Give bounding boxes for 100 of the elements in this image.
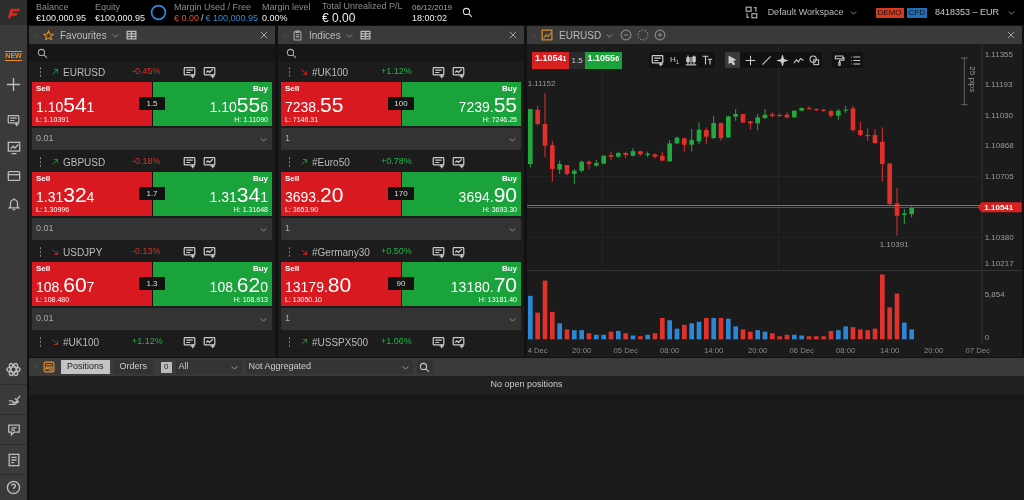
- candlestick: [645, 151, 650, 158]
- chart-icon[interactable]: [203, 245, 216, 259]
- reset-zoom-icon[interactable]: [637, 29, 650, 41]
- grid-view-icon[interactable]: [359, 30, 371, 40]
- timeframe-button[interactable]: H$_{1}$: [668, 54, 682, 66]
- price-text: 108.607: [36, 274, 95, 295]
- aggregation-dropdown[interactable]: Not Aggregated: [245, 360, 413, 374]
- candlestick: [528, 108, 533, 168]
- help-icon[interactable]: [6, 480, 21, 495]
- line-tool-icon[interactable]: [761, 54, 773, 66]
- text-tool-icon[interactable]: [701, 54, 714, 66]
- candlestick: [828, 109, 834, 118]
- filter-dropdown[interactable]: All: [175, 360, 242, 374]
- price-text: 7239.55: [458, 94, 517, 115]
- search-field[interactable]: [29, 44, 275, 62]
- quantity-dropdown[interactable]: 0.01: [32, 308, 272, 330]
- stat-value: 0.00%: [262, 12, 289, 24]
- change-percent: +1.12%: [381, 65, 413, 79]
- cursor-icon[interactable]: [725, 52, 741, 68]
- chart-monitor-icon[interactable]: [6, 141, 21, 155]
- chevron-icon: [848, 8, 858, 17]
- order-ticket-icon[interactable]: [7, 113, 20, 127]
- spread-badge: 170: [388, 187, 414, 200]
- panel-title-dropdown[interactable]: Favourites: [60, 27, 120, 43]
- chart-icon[interactable]: [452, 65, 465, 79]
- more-icon[interactable]: [39, 247, 42, 257]
- quantity-dropdown[interactable]: 1: [281, 128, 521, 150]
- stat-label: Margin Used / Free: [174, 1, 253, 13]
- grid-view-icon[interactable]: [125, 30, 137, 40]
- more-icon[interactable]: [288, 337, 291, 347]
- more-icon[interactable]: [288, 247, 291, 257]
- tab[interactable]: Orders: [113, 360, 154, 374]
- more-icon[interactable]: [39, 67, 42, 77]
- symbol-name: USDJPY: [63, 245, 104, 260]
- price-text: 1.31341: [209, 184, 268, 205]
- stat-label: Margin level: [262, 1, 312, 13]
- symbol-name: #Euro50: [312, 155, 351, 170]
- card-icon[interactable]: [6, 169, 21, 183]
- candlestick: [762, 108, 768, 120]
- panel-title-dropdown[interactable]: Indices: [309, 27, 354, 43]
- symbol-dropdown[interactable]: EURUSD: [559, 27, 615, 43]
- price-text: 3694.90: [458, 184, 517, 205]
- quantity-dropdown[interactable]: 1: [281, 218, 521, 240]
- quantity-dropdown[interactable]: 0.01: [32, 218, 272, 240]
- new-order-icon[interactable]: [432, 245, 445, 259]
- paint-roller-icon[interactable]: [834, 54, 846, 66]
- new-order-icon[interactable]: [183, 155, 196, 169]
- workspace-icon[interactable]: [744, 6, 758, 19]
- separator: /: [201, 12, 204, 24]
- news-icon[interactable]: [6, 452, 21, 467]
- change-percent: -0.18%: [132, 155, 162, 169]
- quantity-dropdown[interactable]: 1: [281, 308, 521, 330]
- more-icon[interactable]: [39, 337, 42, 347]
- search-icon: [286, 47, 297, 59]
- candlestick-icon[interactable]: [685, 54, 698, 66]
- search-button[interactable]: [416, 360, 433, 374]
- tab[interactable]: Positions: [61, 360, 110, 374]
- margin-ring-icon: [150, 4, 167, 21]
- chart-icon[interactable]: [452, 155, 465, 169]
- new-order-icon[interactable]: [183, 335, 196, 349]
- chart-icon[interactable]: [203, 65, 216, 79]
- chart-icon[interactable]: [452, 245, 465, 259]
- zoom-in-icon[interactable]: [654, 29, 667, 41]
- close-icon[interactable]: [1006, 30, 1016, 40]
- chart-icon[interactable]: [452, 335, 465, 349]
- list-icon[interactable]: [850, 54, 862, 66]
- search-icon: [419, 361, 430, 373]
- account-dropdown[interactable]: 8418353 – EUR: [934, 5, 1016, 20]
- change-percent: +1.12%: [132, 335, 164, 349]
- search-icon[interactable]: [462, 7, 473, 18]
- candlestick: [740, 113, 746, 124]
- stat-value: €100,000.95: [95, 12, 147, 24]
- new-order-icon[interactable]: [432, 335, 445, 349]
- quantity-dropdown[interactable]: 0.01: [32, 128, 272, 150]
- star-icon: [43, 29, 54, 41]
- close-icon[interactable]: [259, 30, 269, 40]
- atom-icon[interactable]: [6, 362, 21, 377]
- workspace-dropdown[interactable]: Default Workspace: [767, 5, 858, 20]
- more-icon[interactable]: [288, 157, 291, 167]
- new-order-icon[interactable]: [432, 65, 445, 79]
- close-icon[interactable]: [508, 30, 518, 40]
- chat-icon[interactable]: [6, 422, 21, 437]
- star-icon[interactable]: [777, 54, 789, 66]
- search-field[interactable]: [278, 44, 524, 62]
- chart-icon[interactable]: [203, 155, 216, 169]
- add-icon[interactable]: [6, 76, 21, 92]
- new-order-icon[interactable]: [183, 245, 196, 259]
- zoom-out-icon[interactable]: [620, 29, 633, 41]
- crosshair-icon[interactable]: [745, 54, 757, 66]
- new-order-icon[interactable]: [183, 65, 196, 79]
- candlestick: [858, 121, 863, 137]
- hand-check-icon[interactable]: [6, 392, 21, 407]
- new-order-icon[interactable]: [432, 155, 445, 169]
- stat-label: Equity: [95, 1, 121, 13]
- more-icon[interactable]: [39, 157, 42, 167]
- chart-icon[interactable]: [203, 335, 216, 349]
- new-order-icon[interactable]: [651, 53, 664, 67]
- more-icon[interactable]: [288, 67, 291, 77]
- shapes-icon[interactable]: [809, 54, 821, 66]
- bell-icon[interactable]: [6, 197, 21, 211]
